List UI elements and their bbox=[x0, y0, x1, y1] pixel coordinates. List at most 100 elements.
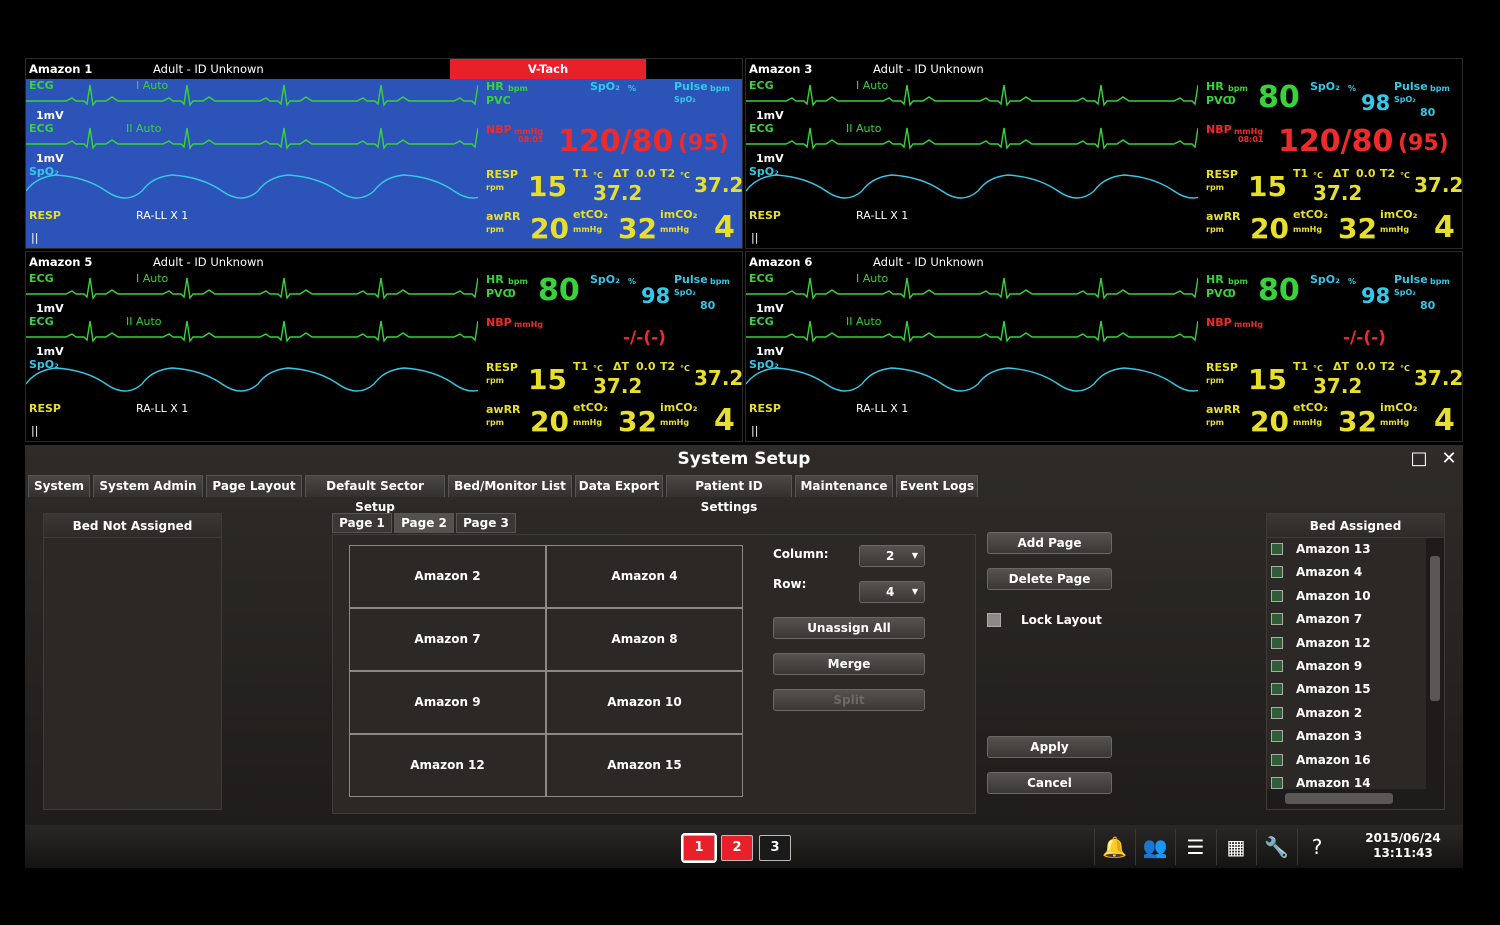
layout-cell[interactable]: Amazon 9 bbox=[349, 671, 546, 734]
pvc-value: 0 bbox=[1228, 287, 1236, 300]
etco2-unit: mmHg bbox=[573, 225, 603, 234]
list-item-label: Amazon 10 bbox=[1296, 588, 1371, 603]
wrench-icon[interactable]: 🔧 bbox=[1256, 829, 1296, 865]
maximize-icon[interactable]: □ bbox=[1409, 449, 1429, 469]
list-item[interactable]: Amazon 13 bbox=[1271, 538, 1371, 561]
merge-button[interactable]: Merge bbox=[773, 653, 925, 675]
etco2-label: etCO₂ bbox=[573, 401, 608, 414]
tab-bed-monitor-list[interactable]: Bed/Monitor List bbox=[448, 475, 572, 497]
awrr-label: awRR bbox=[1206, 210, 1241, 223]
layout-cell[interactable]: Amazon 12 bbox=[349, 734, 546, 797]
t2-unit: °C bbox=[1400, 364, 1410, 373]
list-item[interactable]: Amazon 16 bbox=[1271, 749, 1371, 772]
page-tab-1[interactable]: Page 1 bbox=[332, 513, 392, 533]
resp-unit: rpm bbox=[486, 183, 505, 192]
page-button-3[interactable]: 3 bbox=[759, 835, 791, 861]
tab-maintenance[interactable]: Maintenance bbox=[795, 475, 893, 497]
help-icon[interactable]: ? bbox=[1296, 829, 1337, 865]
dialog-title: System Setup bbox=[677, 449, 811, 469]
patients-icon[interactable]: 👥 bbox=[1134, 829, 1175, 865]
page-button-2[interactable]: 2 bbox=[721, 835, 753, 861]
layout-cell[interactable]: Amazon 8 bbox=[546, 608, 743, 671]
nbp-label: NBP bbox=[1206, 123, 1232, 136]
tab-event-logs[interactable]: Event Logs bbox=[896, 475, 978, 497]
apply-button[interactable]: Apply bbox=[987, 736, 1112, 758]
list-item[interactable]: Amazon 12 bbox=[1271, 632, 1371, 655]
tab-patient-id-settings[interactable]: Patient ID Settings bbox=[666, 475, 792, 514]
row-select[interactable]: 4 ▼ bbox=[859, 581, 925, 603]
list-item-label: Amazon 2 bbox=[1296, 705, 1363, 720]
spo2-unit: % bbox=[1348, 277, 1357, 286]
hscroll-thumb[interactable] bbox=[1285, 793, 1393, 804]
unassign-all-button[interactable]: Unassign All bbox=[773, 617, 925, 639]
layout-cell[interactable]: Amazon 2 bbox=[349, 545, 546, 608]
bed-name: Amazon 1 bbox=[29, 62, 93, 76]
spo2-wave-label: SpO₂ bbox=[749, 358, 779, 371]
patient-sector[interactable]: Amazon 3 Adult - ID Unknown ECG I Auto 1mV EC… bbox=[745, 58, 1463, 249]
ecg2-lead: II Auto bbox=[126, 315, 162, 328]
add-page-button[interactable]: Add Page bbox=[987, 532, 1112, 554]
lock-layout-checkbox[interactable] bbox=[987, 613, 1001, 627]
grid-icon[interactable]: ▦ bbox=[1215, 829, 1256, 865]
list-icon[interactable]: ☰ bbox=[1175, 829, 1215, 865]
t2-label: T2 bbox=[1380, 167, 1396, 180]
layout-cell[interactable]: Amazon 7 bbox=[349, 608, 546, 671]
t1-label: T1 bbox=[1293, 360, 1309, 373]
layout-cell[interactable]: Amazon 15 bbox=[546, 734, 743, 797]
list-item-label: Amazon 9 bbox=[1296, 659, 1363, 673]
list-item[interactable]: Amazon 9 bbox=[1271, 655, 1362, 678]
ecg1-label: ECG bbox=[749, 79, 774, 92]
imco2-value: 4 bbox=[714, 403, 735, 438]
scrollbar-thumb[interactable] bbox=[1430, 556, 1440, 701]
resp-label: RESP bbox=[1206, 361, 1238, 374]
list-item[interactable]: Amazon 4 bbox=[1271, 561, 1362, 584]
tab-system-admin[interactable]: System Admin bbox=[93, 475, 203, 497]
tab-data-export[interactable]: Data Export bbox=[575, 475, 663, 497]
t1-value: 37.2 bbox=[593, 374, 643, 398]
tab-system[interactable]: System bbox=[28, 475, 90, 497]
vertical-scrollbar[interactable] bbox=[1426, 538, 1444, 790]
nbp-unit: mmHg bbox=[514, 320, 544, 329]
split-button[interactable]: Split bbox=[773, 689, 925, 711]
imco2-label: imCO₂ bbox=[1380, 208, 1418, 221]
etco2-value: 32 bbox=[1338, 212, 1377, 245]
tab-page-layout[interactable]: Page Layout bbox=[206, 475, 302, 497]
page-tab-3[interactable]: Page 3 bbox=[456, 513, 516, 533]
dt-label: ΔT bbox=[613, 360, 630, 373]
pvc-label: PVC bbox=[1206, 94, 1231, 107]
dt-value: 0.0 bbox=[636, 360, 656, 373]
spo2-label: SpO₂ bbox=[590, 80, 620, 93]
page-button-1[interactable]: 1 bbox=[681, 833, 717, 863]
list-item[interactable]: Amazon 10 bbox=[1271, 585, 1371, 608]
horizontal-scrollbar[interactable] bbox=[1267, 789, 1444, 809]
scale-label-2: 1mV bbox=[756, 345, 784, 358]
monitor-icon bbox=[1271, 566, 1283, 579]
awrr-unit: rpm bbox=[486, 418, 505, 427]
layout-cell[interactable]: Amazon 10 bbox=[546, 671, 743, 734]
bell-icon[interactable]: 🔔 bbox=[1094, 829, 1134, 865]
close-icon[interactable]: ✕ bbox=[1439, 449, 1459, 469]
column-select[interactable]: 2 ▼ bbox=[859, 545, 925, 567]
list-item[interactable]: Amazon 3 bbox=[1271, 725, 1362, 748]
ecg1-lead: I Auto bbox=[856, 272, 889, 285]
tab-default-sector-setup[interactable]: Default Sector Setup bbox=[305, 475, 445, 514]
awrr-value: 20 bbox=[1250, 212, 1289, 245]
alarm-banner[interactable]: V-Tach bbox=[450, 59, 646, 79]
hr-unit: bpm bbox=[1228, 277, 1248, 286]
patient-sector[interactable]: Amazon 1 Adult - ID Unknown V-Tach ECG I Aut… bbox=[25, 58, 743, 249]
bed-not-assigned-panel[interactable]: Bed Not Assigned bbox=[43, 513, 222, 810]
patient-id: Adult - ID Unknown bbox=[873, 255, 984, 269]
patient-sector[interactable]: Amazon 6 Adult - ID Unknown ECG I Auto 1mV EC… bbox=[745, 251, 1463, 442]
ecg2-label: ECG bbox=[29, 122, 54, 135]
awrr-unit: rpm bbox=[1206, 225, 1225, 234]
ecg1-lead: I Auto bbox=[136, 79, 169, 92]
delete-page-button[interactable]: Delete Page bbox=[987, 568, 1112, 590]
list-item[interactable]: Amazon 15 bbox=[1271, 678, 1371, 701]
cancel-button[interactable]: Cancel bbox=[987, 772, 1112, 794]
layout-cell[interactable]: Amazon 4 bbox=[546, 545, 743, 608]
page-tab-2[interactable]: Page 2 bbox=[394, 513, 454, 533]
list-item[interactable]: Amazon 2 bbox=[1271, 702, 1362, 725]
patient-sector[interactable]: Amazon 5 Adult - ID Unknown ECG I Auto 1mV EC… bbox=[25, 251, 743, 442]
list-item[interactable]: Amazon 7 bbox=[1271, 608, 1362, 631]
list-item[interactable]: Amazon 14 bbox=[1271, 772, 1371, 790]
